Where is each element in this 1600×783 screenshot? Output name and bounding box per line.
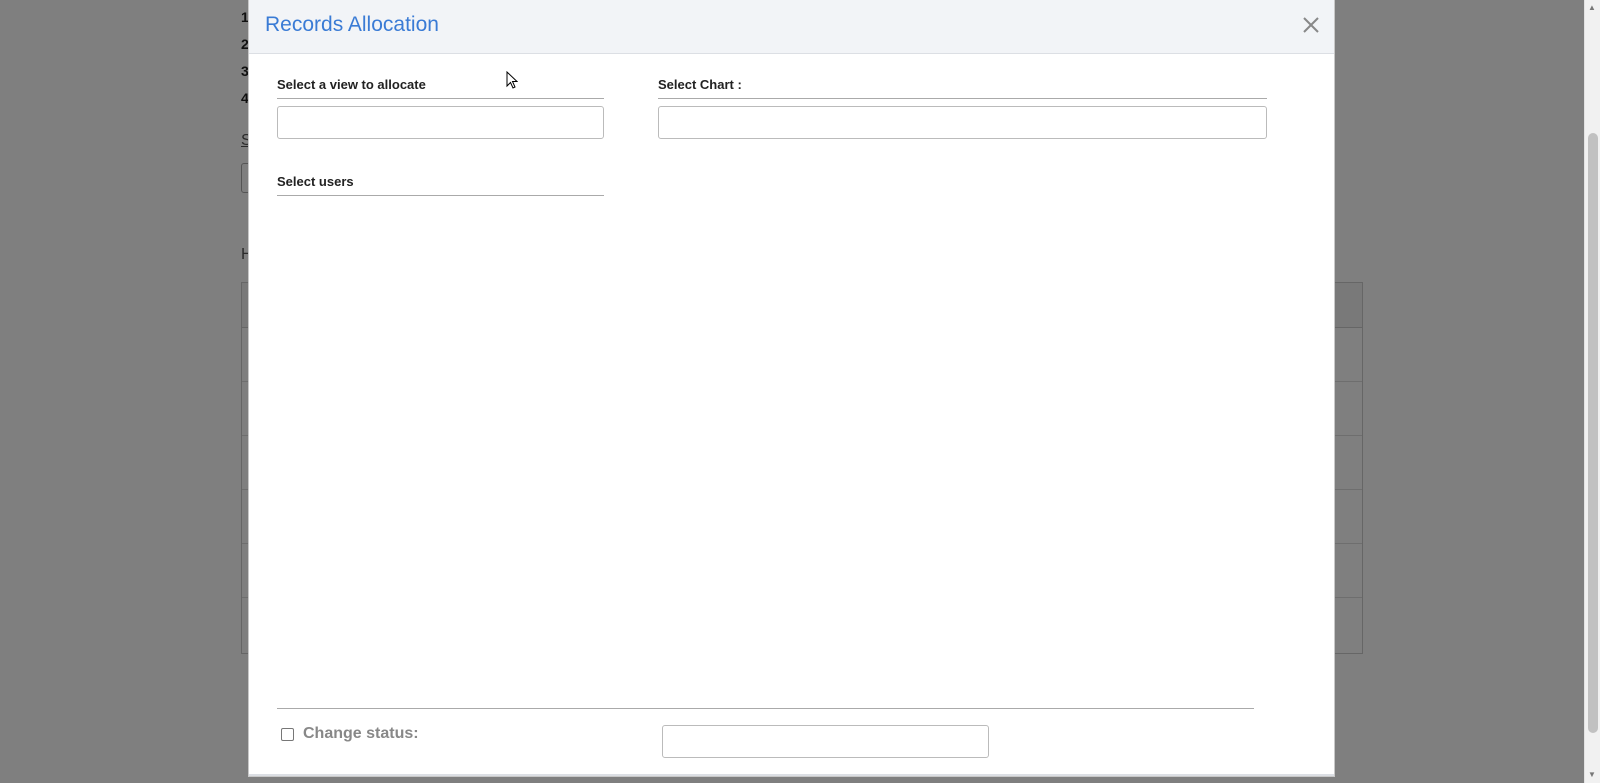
chart-select-label: Select Chart : (658, 77, 1267, 99)
page-scrollbar[interactable]: ▲ ▼ (1584, 0, 1600, 783)
change-status-label: Change status: (303, 725, 419, 742)
records-allocation-modal: Records Allocation Select a view to allo… (248, 0, 1335, 777)
modal-header: Records Allocation (249, 0, 1334, 54)
scrollbar-thumb[interactable] (1588, 133, 1598, 733)
scroll-down-arrow-icon[interactable]: ▼ (1588, 771, 1596, 779)
change-status-checkbox[interactable] (281, 727, 294, 741)
close-button[interactable] (1302, 11, 1320, 38)
change-status-input[interactable] (662, 725, 989, 758)
users-select-label: Select users (277, 174, 604, 196)
modal-bottom-edge (249, 774, 1334, 776)
view-select-input[interactable] (277, 106, 604, 139)
scroll-up-arrow-icon[interactable]: ▲ (1588, 4, 1596, 12)
mouse-cursor-icon (506, 70, 519, 94)
change-status-row: Change status: (281, 725, 419, 743)
chart-select-input[interactable] (658, 106, 1267, 139)
modal-title: Records Allocation (265, 13, 439, 36)
view-select-label: Select a view to allocate (277, 77, 604, 99)
close-icon (1303, 17, 1319, 33)
footer-divider (277, 708, 1254, 709)
